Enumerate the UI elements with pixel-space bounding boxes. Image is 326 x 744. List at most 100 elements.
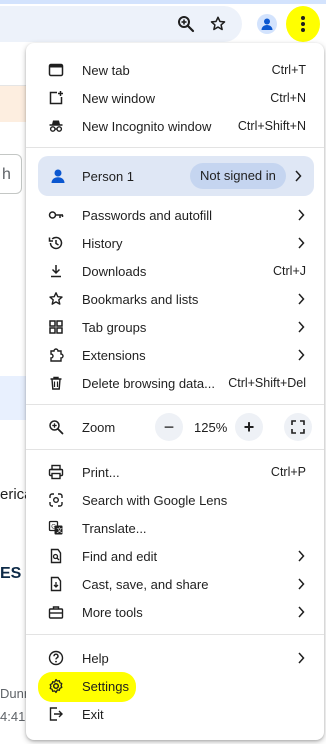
- magnifier-zoom-icon: [49, 420, 64, 435]
- shortcut-text: Ctrl+Shift+N: [237, 119, 306, 133]
- chevron-right-icon: [298, 550, 305, 562]
- menu-item-label: Extensions: [82, 348, 146, 363]
- google-lens-icon: [49, 493, 63, 507]
- chevron-right-icon: [298, 237, 305, 249]
- fullscreen-button[interactable]: [284, 413, 312, 441]
- menu-item-label: Find and edit: [82, 549, 158, 564]
- menu-item-print[interactable]: Print... Ctrl+P: [38, 458, 318, 486]
- menu-item-downloads[interactable]: Downloads Ctrl+J: [38, 257, 318, 285]
- person-icon: [257, 14, 277, 34]
- menu-item-label: New window: [82, 91, 155, 106]
- menu-item-label: Bookmarks and lists: [82, 292, 199, 307]
- menu-item-help[interactable]: Help: [38, 644, 318, 672]
- menu-item-label: New tab: [82, 63, 130, 78]
- magnifier-zoom-icon[interactable]: [173, 11, 199, 37]
- key-icon: [48, 211, 64, 219]
- puzzle-piece-icon: [50, 348, 64, 362]
- menu-divider: [26, 634, 324, 635]
- chevron-right-icon: [295, 170, 302, 182]
- menu-item-extensions[interactable]: Extensions: [38, 341, 318, 369]
- shortcut-text: Ctrl+T: [271, 63, 306, 77]
- menu-item-label: Zoom: [82, 420, 116, 435]
- gear-icon: [49, 678, 63, 694]
- profile-row[interactable]: Person 1 Not signed in: [38, 156, 314, 196]
- menu-item-exit[interactable]: Exit: [38, 700, 318, 728]
- chevron-right-icon: [298, 578, 305, 590]
- menu-item-new-tab[interactable]: New tab Ctrl+T: [38, 56, 318, 84]
- shortcut-text: Ctrl+Shift+Del: [228, 376, 306, 390]
- chrome-menu: New tab Ctrl+T New window Ctrl+N New Inc…: [26, 43, 324, 740]
- printer-icon: [48, 464, 64, 480]
- menu-divider: [26, 404, 324, 405]
- profile-name: Person 1: [82, 169, 135, 184]
- menu-item-translate[interactable]: G文 Translate...: [38, 514, 318, 542]
- page-bar: [0, 46, 26, 86]
- chevron-right-icon: [298, 209, 305, 221]
- menu-item-passwords[interactable]: Passwords and autofill: [38, 201, 318, 229]
- menu-item-cast-save-share[interactable]: Cast, save, and share: [38, 570, 318, 598]
- page-search-box[interactable]: h: [0, 154, 22, 194]
- star-icon: [49, 292, 63, 305]
- tab-groups-icon: [49, 320, 63, 334]
- menu-item-label: Cast, save, and share: [82, 577, 209, 592]
- menu-item-label: Downloads: [82, 264, 147, 279]
- menu-item-label: Search with Google Lens: [82, 493, 228, 508]
- cast-save-share-icon: [50, 576, 62, 592]
- chevron-right-icon: [298, 321, 305, 333]
- zoom-out-button[interactable]: −: [155, 413, 183, 441]
- svg-text:文: 文: [57, 527, 63, 535]
- shortcut-text: Ctrl+P: [270, 465, 306, 479]
- page-time-fragment: 4:41: [0, 709, 26, 724]
- history-icon: [48, 236, 63, 250]
- profile-avatar-button[interactable]: [254, 11, 280, 37]
- new-window-icon: [49, 91, 63, 105]
- menu-item-label: More tools: [82, 605, 143, 620]
- menu-item-delete-browsing-data[interactable]: Delete browsing data... Ctrl+Shift+Del: [38, 369, 318, 397]
- menu-divider: [26, 147, 324, 148]
- menu-item-label: History: [82, 236, 123, 251]
- menu-item-settings[interactable]: Settings: [38, 672, 318, 700]
- menu-item-label: Passwords and autofill: [82, 208, 213, 223]
- chrome-menu-button[interactable]: [286, 6, 320, 42]
- chevron-right-icon: [298, 606, 305, 618]
- page-text-fragment: erica: [0, 486, 26, 503]
- plus-icon: +: [243, 417, 255, 437]
- menu-item-label: Settings: [82, 679, 129, 694]
- download-icon: [51, 265, 61, 278]
- menu-item-label: Help: [82, 651, 109, 666]
- star-icon[interactable]: [205, 11, 231, 37]
- menu-item-label: Exit: [82, 707, 104, 722]
- page-selected-row: [0, 376, 26, 420]
- menu-item-new-incognito[interactable]: New Incognito window Ctrl+Shift+N: [38, 112, 318, 140]
- menu-item-new-window[interactable]: New window Ctrl+N: [38, 84, 318, 112]
- menu-item-find-and-edit[interactable]: Find and edit: [38, 542, 318, 570]
- menu-divider: [26, 449, 324, 450]
- help-icon: [48, 650, 64, 666]
- menu-item-bookmarks[interactable]: Bookmarks and lists: [38, 285, 318, 313]
- chevron-right-icon: [298, 293, 305, 305]
- page-search-text: h: [2, 166, 11, 183]
- exit-icon: [49, 707, 63, 721]
- menu-item-label: Delete browsing data...: [82, 376, 215, 391]
- minus-icon: −: [163, 417, 175, 437]
- menu-item-tab-groups[interactable]: Tab groups: [38, 313, 318, 341]
- person-icon: [51, 169, 65, 183]
- chevron-right-icon: [298, 349, 305, 361]
- shortcut-text: Ctrl+J: [273, 264, 306, 278]
- trash-icon: [50, 376, 62, 390]
- sign-in-status-badge: Not signed in: [190, 163, 286, 189]
- new-tab-icon: [48, 63, 64, 77]
- page-banner: [0, 86, 26, 122]
- menu-item-label: Translate...: [82, 521, 147, 536]
- shortcut-text: Ctrl+N: [270, 91, 306, 105]
- menu-item-history[interactable]: History: [38, 229, 318, 257]
- menu-item-label: Tab groups: [82, 320, 147, 335]
- three-dots-vertical-icon: [301, 16, 305, 32]
- zoom-in-button[interactable]: +: [235, 413, 263, 441]
- menu-item-google-lens[interactable]: Search with Google Lens: [38, 486, 318, 514]
- page-heading-fragment: ES: [0, 565, 22, 582]
- chevron-right-icon: [298, 652, 305, 664]
- menu-item-label: Print...: [82, 465, 120, 480]
- fullscreen-icon: [291, 420, 305, 434]
- menu-item-more-tools[interactable]: More tools: [38, 598, 318, 626]
